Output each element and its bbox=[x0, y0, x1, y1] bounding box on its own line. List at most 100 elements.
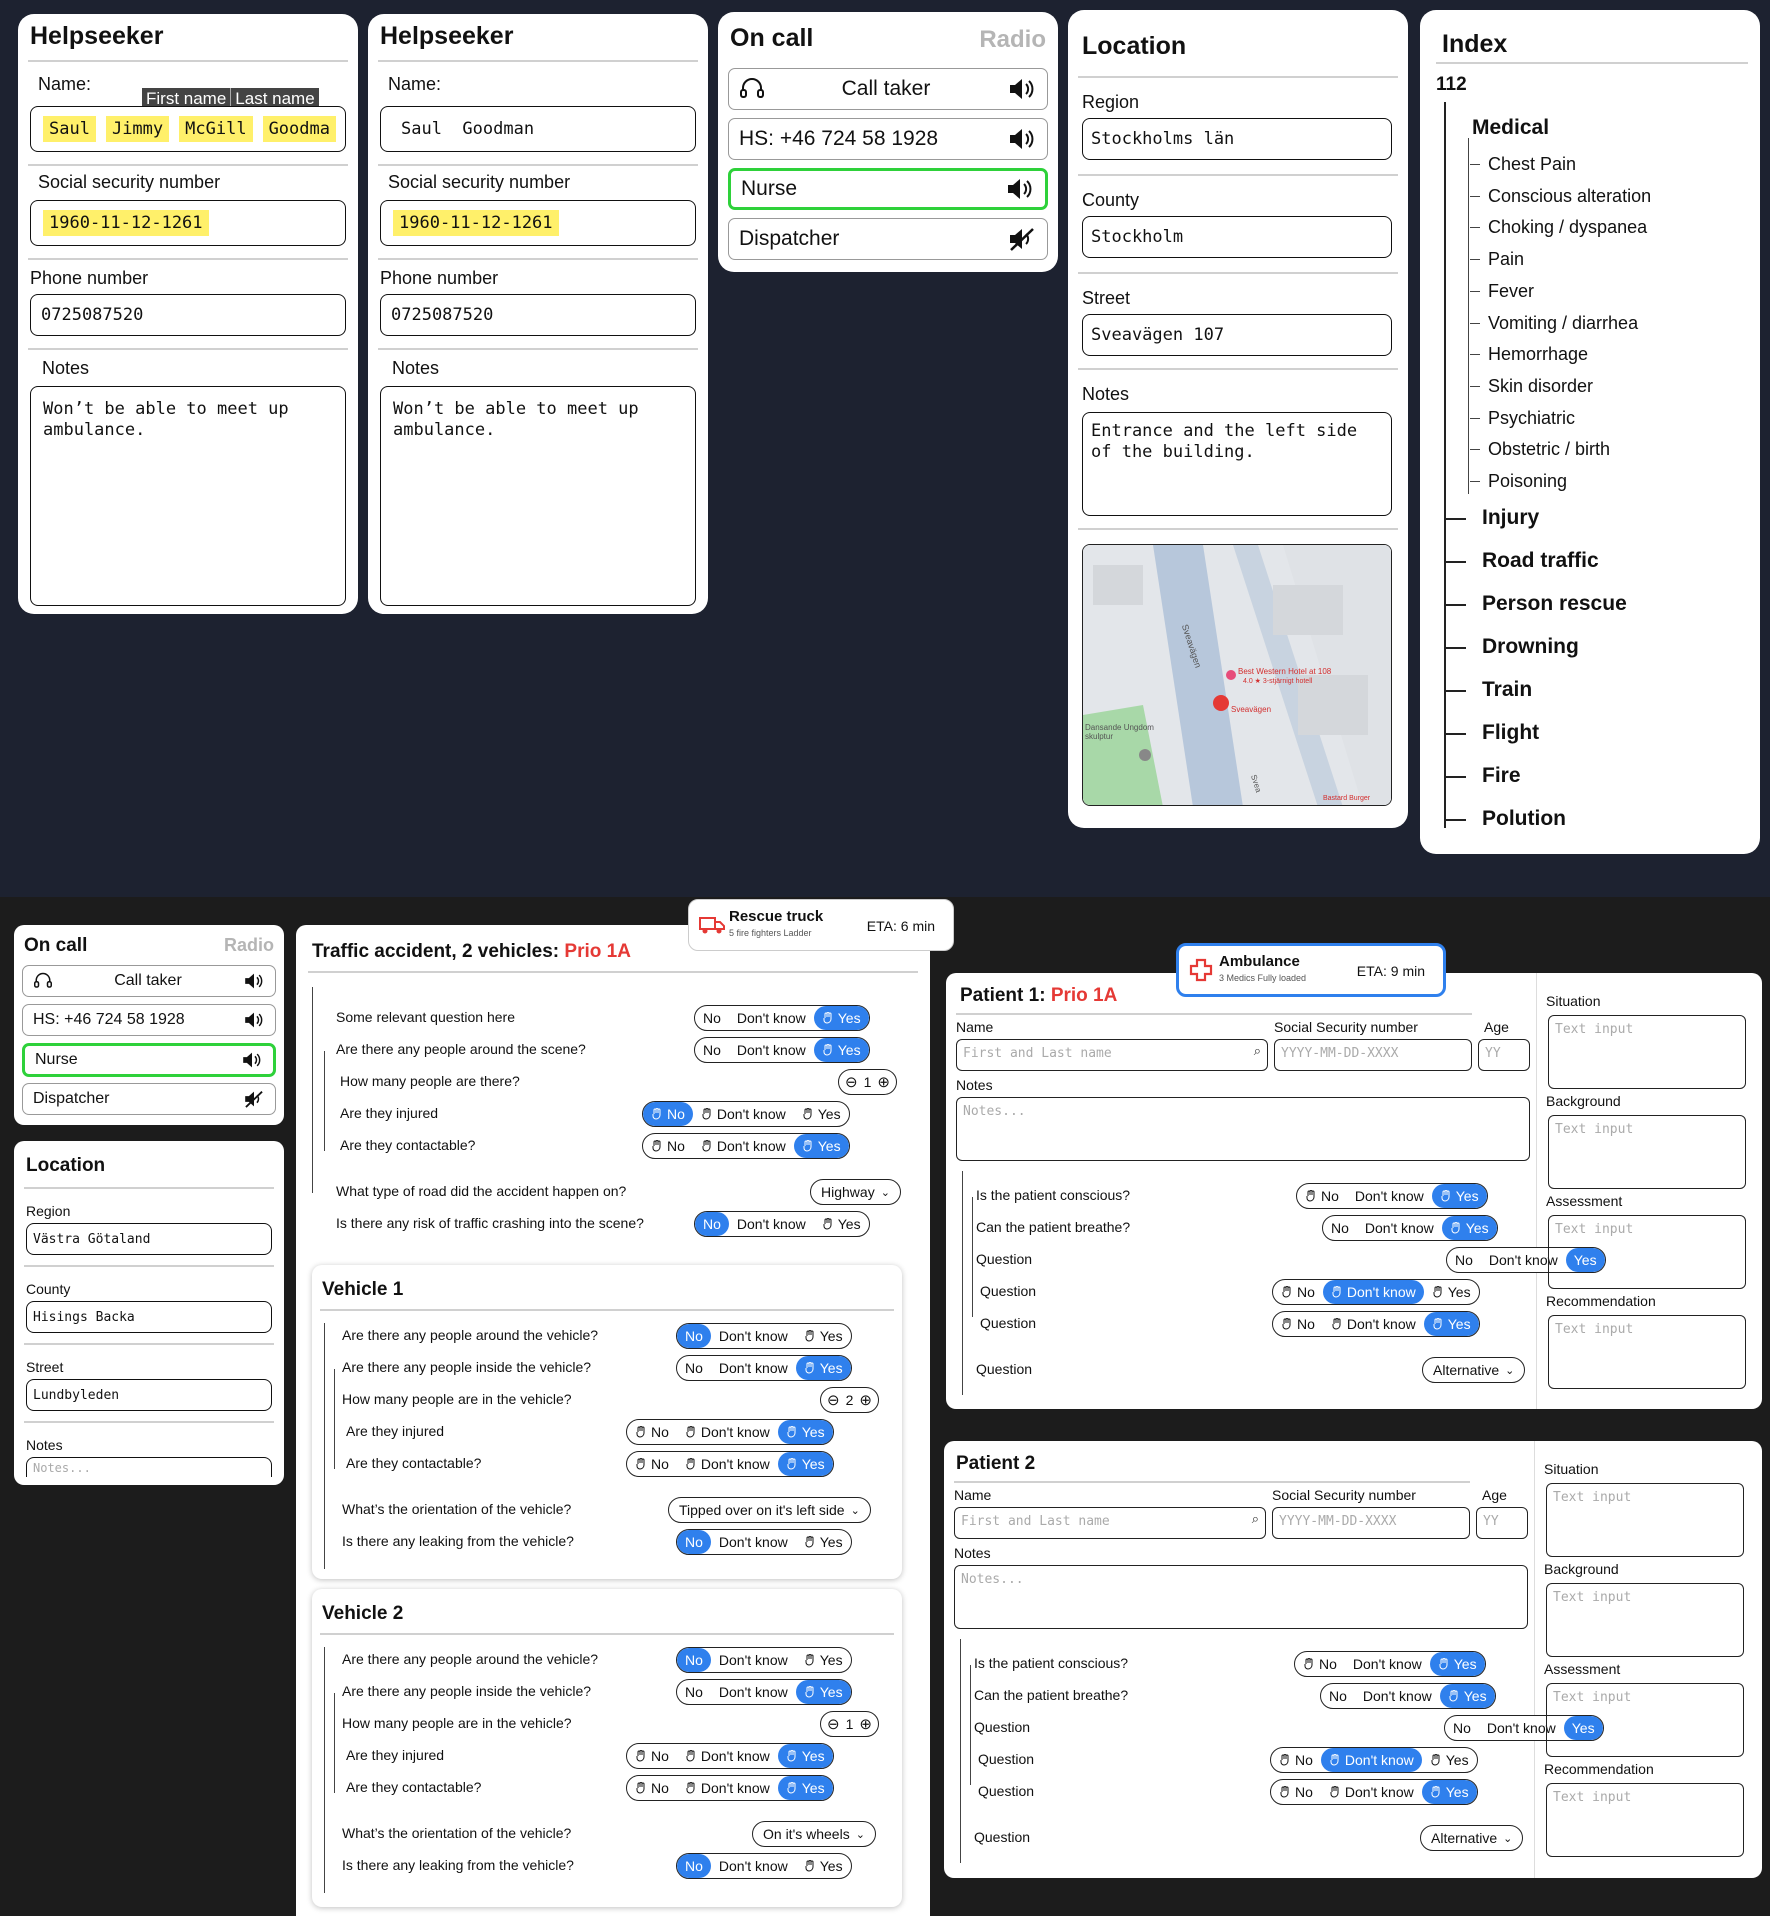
toggle-option-no[interactable]: No bbox=[1447, 1248, 1481, 1272]
speaker-icon[interactable] bbox=[241, 1050, 263, 1070]
sbar-input[interactable]: Text input bbox=[1548, 1215, 1746, 1289]
toggle-option-dk[interactable]: Don't know bbox=[1323, 1312, 1424, 1336]
toggle-option-no[interactable]: No bbox=[1297, 1184, 1347, 1208]
toggle-option-dk[interactable]: Don't know bbox=[711, 1680, 796, 1704]
toggle-option-no[interactable]: No bbox=[1295, 1652, 1345, 1676]
yes-no-toggle[interactable]: No Don't know Yes bbox=[626, 1743, 834, 1769]
index-category[interactable]: Drowning bbox=[1482, 635, 1579, 659]
call-row-calltaker[interactable]: Call taker bbox=[728, 68, 1048, 110]
toggle-option-dk[interactable]: Don't know bbox=[711, 1356, 796, 1380]
call-row-nurse[interactable]: Nurse bbox=[22, 1043, 276, 1077]
index-item[interactable]: Choking / dyspanea bbox=[1488, 217, 1647, 238]
yes-no-toggle[interactable]: No Don't know Yes bbox=[676, 1355, 852, 1381]
toggle-option-yes[interactable]: Yes bbox=[796, 1324, 851, 1348]
count-stepper[interactable]: ⊖ 1 ⊕ bbox=[838, 1069, 897, 1095]
toggle-option-no[interactable]: No bbox=[677, 1324, 711, 1348]
plus-icon[interactable]: ⊕ bbox=[877, 1073, 890, 1091]
yes-no-toggle[interactable]: No Don't know Yes bbox=[676, 1853, 852, 1879]
toggle-option-dk[interactable]: Don't know bbox=[729, 1006, 814, 1030]
index-item[interactable]: Psychiatric bbox=[1488, 408, 1575, 429]
speaker-icon[interactable] bbox=[1007, 126, 1037, 152]
toggle-option-yes[interactable]: Yes bbox=[813, 1038, 869, 1062]
toggle-option-dk[interactable]: Don't know bbox=[729, 1212, 814, 1236]
toggle-option-yes[interactable]: Yes bbox=[796, 1648, 851, 1672]
toggle-option-yes[interactable]: Yes bbox=[795, 1356, 851, 1380]
index-category-medical[interactable]: Medical bbox=[1472, 116, 1549, 140]
toggle-option-yes[interactable]: Yes bbox=[777, 1744, 833, 1768]
street-input[interactable]: Sveavägen 107 bbox=[1082, 314, 1392, 356]
name-input[interactable]: First and Last name ⌕ bbox=[956, 1039, 1268, 1071]
toggle-option-yes[interactable]: Yes bbox=[777, 1420, 833, 1444]
street-input[interactable]: Lundbyleden bbox=[26, 1379, 272, 1411]
index-category[interactable]: Fire bbox=[1482, 764, 1521, 788]
yes-no-toggle[interactable]: No Don't know Yes bbox=[1320, 1683, 1496, 1709]
yes-no-toggle[interactable]: No Don't know Yes bbox=[642, 1133, 850, 1159]
notes-textarea[interactable]: Notes... bbox=[956, 1097, 1530, 1161]
speaker-icon[interactable] bbox=[1007, 76, 1037, 102]
index-item[interactable]: Hemorrhage bbox=[1488, 344, 1588, 365]
yes-no-toggle[interactable]: No Don't know Yes bbox=[626, 1451, 834, 1477]
toggle-option-no[interactable]: No bbox=[677, 1356, 711, 1380]
toggle-option-no[interactable]: No bbox=[1323, 1216, 1357, 1240]
toggle-option-dk[interactable]: Don't know bbox=[1355, 1684, 1440, 1708]
toggle-option-no[interactable]: No bbox=[1273, 1280, 1323, 1304]
yes-no-toggle[interactable]: No Don't know Yes bbox=[626, 1419, 834, 1445]
toggle-option-dk[interactable]: Don't know bbox=[677, 1776, 778, 1800]
yes-no-toggle[interactable]: No Don't know Yes bbox=[1272, 1311, 1480, 1337]
index-item[interactable]: Vomiting / diarrhea bbox=[1488, 313, 1638, 334]
minus-icon[interactable]: ⊖ bbox=[827, 1715, 840, 1733]
speaker-muted-icon[interactable] bbox=[1007, 226, 1037, 252]
sbar-input[interactable]: Text input bbox=[1546, 1683, 1744, 1757]
index-category[interactable]: Road traffic bbox=[1482, 549, 1599, 573]
toggle-option-dk[interactable]: Don't know bbox=[1321, 1780, 1422, 1804]
sbar-input[interactable]: Text input bbox=[1546, 1583, 1744, 1657]
name-input[interactable]: First and Last name ⌕ bbox=[954, 1507, 1266, 1539]
yes-no-toggle[interactable]: No Don't know Yes bbox=[626, 1775, 834, 1801]
toggle-option-yes[interactable]: Yes bbox=[777, 1776, 833, 1800]
toggle-option-no[interactable]: No bbox=[1321, 1684, 1355, 1708]
count-stepper[interactable]: ⊖ 2 ⊕ bbox=[820, 1387, 879, 1413]
call-row-dispatcher[interactable]: Dispatcher bbox=[22, 1083, 276, 1115]
toggle-option-dk[interactable]: Don't know bbox=[693, 1102, 794, 1126]
search-icon[interactable]: ⌕ bbox=[1254, 1044, 1261, 1059]
yes-no-toggle[interactable]: No Don't know Yes bbox=[676, 1679, 852, 1705]
age-input[interactable]: YY bbox=[1478, 1039, 1530, 1071]
notes-textarea[interactable]: Won’t be able to meet up ambulance. bbox=[380, 386, 696, 606]
toggle-option-dk[interactable]: Don't know bbox=[1357, 1216, 1442, 1240]
index-item[interactable]: Poisoning bbox=[1488, 471, 1567, 492]
toggle-option-no[interactable]: No bbox=[643, 1134, 693, 1158]
toggle-option-dk[interactable]: Don't know bbox=[711, 1530, 796, 1554]
index-item[interactable]: Skin disorder bbox=[1488, 376, 1593, 397]
index-category[interactable]: Injury bbox=[1482, 506, 1539, 530]
toggle-option-dk[interactable]: Don't know bbox=[677, 1420, 778, 1444]
sbar-input[interactable]: Text input bbox=[1548, 1115, 1746, 1189]
yes-no-toggle[interactable]: No Don't know Yes bbox=[694, 1037, 870, 1063]
toggle-option-yes[interactable]: Yes bbox=[1424, 1280, 1479, 1304]
speaker-icon[interactable] bbox=[243, 971, 265, 991]
toggle-option-no[interactable]: No bbox=[627, 1452, 677, 1476]
toggle-option-dk[interactable]: Don't know bbox=[711, 1648, 796, 1672]
name-input[interactable]: Saul Goodman bbox=[380, 106, 696, 152]
speaker-muted-icon[interactable] bbox=[243, 1089, 265, 1109]
dropdown-select[interactable]: Alternative ⌄ bbox=[1420, 1825, 1524, 1851]
yes-no-toggle[interactable]: No Don't know Yes bbox=[1272, 1279, 1480, 1305]
map-view[interactable]: Sveavägen Best Western Hotel at 108 4.0 … bbox=[1082, 544, 1392, 806]
toggle-option-no[interactable]: No bbox=[695, 1212, 729, 1236]
toggle-option-no[interactable]: No bbox=[677, 1648, 711, 1672]
index-category[interactable]: Train bbox=[1482, 678, 1532, 702]
toggle-option-yes[interactable]: Yes bbox=[814, 1212, 869, 1236]
toggle-option-no[interactable]: No bbox=[677, 1680, 711, 1704]
call-row-nurse[interactable]: Nurse bbox=[728, 168, 1048, 210]
region-input[interactable]: Stockholms län bbox=[1082, 118, 1392, 160]
ssn-input[interactable]: YYYY-MM-DD-XXXX bbox=[1272, 1507, 1470, 1539]
dropdown-select[interactable]: Tipped over on it's left side ⌄ bbox=[668, 1497, 871, 1523]
toggle-option-dk[interactable]: Don't know bbox=[1347, 1184, 1432, 1208]
index-category[interactable]: Flight bbox=[1482, 721, 1539, 745]
toggle-option-dk[interactable]: Don't know bbox=[711, 1324, 796, 1348]
index-item[interactable]: Obstetric / birth bbox=[1488, 439, 1610, 460]
toggle-option-dk[interactable]: Don't know bbox=[677, 1452, 778, 1476]
toggle-option-dk[interactable]: Don't know bbox=[1320, 1748, 1422, 1772]
toggle-option-yes[interactable]: Yes bbox=[1423, 1312, 1479, 1336]
county-input[interactable]: Stockholm bbox=[1082, 216, 1392, 258]
speaker-icon[interactable] bbox=[1005, 176, 1035, 202]
